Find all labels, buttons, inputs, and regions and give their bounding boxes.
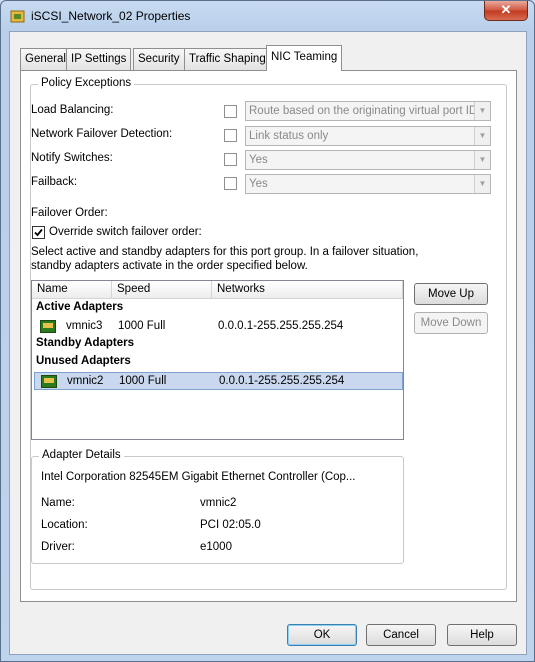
adapter-row-vmnic3[interactable]: vmnic3 1000 Full 0.0.0.1-255.255.255.254 (34, 318, 403, 336)
tab-security[interactable]: Security (133, 48, 185, 70)
failover-detection-select[interactable]: Link status only ▼ (245, 126, 491, 146)
tab-traffic-shaping[interactable]: Traffic Shaping (184, 48, 271, 70)
failback-label: Failback: (31, 176, 78, 188)
adapter-networks: 0.0.0.1-255.255.255.254 (218, 320, 344, 332)
failover-order-label: Failover Order: (31, 207, 108, 219)
adapter-description: Intel Corporation 82545EM Gigabit Ethern… (41, 471, 356, 483)
chevron-down-icon: ▼ (474, 102, 490, 120)
adapter-driver-value: e1000 (200, 541, 232, 553)
load-balancing-checkbox[interactable] (224, 105, 237, 118)
adapter-location-label: Location: (41, 519, 88, 531)
chevron-down-icon: ▼ (474, 127, 490, 145)
tab-ip-settings[interactable]: IP Settings (66, 48, 132, 70)
adapter-driver-label: Driver: (41, 541, 75, 553)
dialog-body: General IP Settings Security Traffic Sha… (9, 31, 527, 655)
move-down-button[interactable]: Move Down (414, 312, 488, 334)
failover-detection-label: Network Failover Detection: (31, 128, 173, 140)
network-adapter-icon (40, 320, 56, 333)
policy-exceptions-group: Policy Exceptions Load Balancing: Route … (30, 77, 507, 590)
nic-teaming-panel: Policy Exceptions Load Balancing: Route … (20, 70, 517, 602)
close-button[interactable]: ✕ (484, 1, 528, 21)
notify-switches-label: Notify Switches: (31, 152, 113, 164)
adapters-list-header: Name Speed Networks (32, 281, 403, 299)
adapter-name-label: Name: (41, 497, 75, 509)
adapter-row-vmnic2[interactable]: vmnic2 1000 Full 0.0.0.1-255.255.255.254 (34, 372, 403, 390)
failback-select[interactable]: Yes ▼ (245, 174, 491, 194)
tab-general[interactable]: General (20, 48, 71, 70)
adapter-details-legend: Adapter Details (39, 449, 124, 461)
notify-switches-value: Yes (249, 154, 268, 166)
window-title: iSCSI_Network_02 Properties (31, 9, 191, 23)
adapter-location-value: PCI 02:05.0 (200, 519, 261, 531)
help-button[interactable]: Help (447, 624, 517, 646)
properties-window: iSCSI_Network_02 Properties ✕ General IP… (0, 0, 535, 662)
cancel-button[interactable]: Cancel (366, 624, 436, 646)
adapter-name-value: vmnic2 (200, 497, 237, 509)
adapter-speed: 1000 Full (119, 375, 167, 387)
load-balancing-label: Load Balancing: (31, 104, 114, 116)
title-bar[interactable]: iSCSI_Network_02 Properties ✕ (1, 1, 534, 31)
load-balancing-value: Route based on the originating virtual p… (249, 105, 478, 117)
adapter-name: vmnic3 (66, 320, 103, 332)
adapter-networks: 0.0.0.1-255.255.255.254 (219, 375, 345, 387)
ok-button[interactable]: OK (287, 624, 357, 646)
override-failover-checkbox[interactable] (32, 226, 45, 239)
column-name[interactable]: Name (32, 281, 112, 299)
checkmark-icon (34, 228, 43, 237)
active-adapters-group: Active Adapters (36, 301, 124, 313)
dialog-button-bar: OK Cancel Help (10, 612, 526, 654)
override-failover-label[interactable]: Override switch failover order: (49, 226, 202, 238)
failback-value: Yes (249, 178, 268, 190)
notify-switches-checkbox[interactable] (224, 153, 237, 166)
standby-adapters-group: Standby Adapters (36, 337, 134, 349)
network-port-icon (10, 10, 25, 23)
adapter-name: vmnic2 (67, 375, 104, 387)
load-balancing-select[interactable]: Route based on the originating virtual p… (245, 101, 491, 121)
move-up-button[interactable]: Move Up (414, 283, 488, 305)
adapters-list[interactable]: Name Speed Networks Active Adapters vmni… (31, 280, 404, 440)
tab-nic-teaming[interactable]: NIC Teaming (266, 45, 343, 71)
failback-checkbox[interactable] (224, 177, 237, 190)
adapter-speed: 1000 Full (118, 320, 166, 332)
failover-description: Select active and standby adapters for t… (31, 246, 419, 272)
chevron-down-icon: ▼ (474, 175, 490, 193)
failover-detection-checkbox[interactable] (224, 129, 237, 142)
chevron-down-icon: ▼ (474, 151, 490, 169)
column-networks[interactable]: Networks (212, 281, 403, 299)
unused-adapters-group: Unused Adapters (36, 355, 131, 367)
failover-detection-value: Link status only (249, 130, 329, 142)
column-speed[interactable]: Speed (112, 281, 212, 299)
notify-switches-select[interactable]: Yes ▼ (245, 150, 491, 170)
adapter-details-group: Adapter Details Intel Corporation 82545E… (31, 449, 404, 564)
policy-exceptions-legend: Policy Exceptions (38, 77, 135, 89)
network-adapter-icon (41, 375, 57, 388)
